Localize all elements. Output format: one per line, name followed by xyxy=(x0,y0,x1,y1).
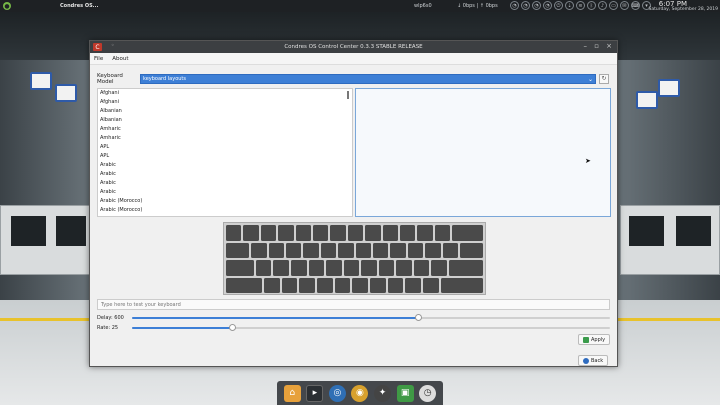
disk-monitor-icon[interactable]: ◔ xyxy=(532,1,541,10)
rate-row: Rate: 25 xyxy=(97,323,610,332)
menu-about[interactable]: About xyxy=(112,56,128,62)
train-left xyxy=(0,205,90,275)
refresh-icon: ↻ xyxy=(601,75,607,82)
network-speed: ↓ 0bps | ↑ 0bps xyxy=(457,3,498,9)
keyboard-model-select[interactable]: keyboard layouts ⌄ xyxy=(140,73,596,84)
wheelchair-sign-icon xyxy=(658,79,680,97)
list-item[interactable]: Arabic xyxy=(98,188,352,197)
bluetooth-icon[interactable]: ᛒ xyxy=(587,1,596,10)
delay-slider-handle[interactable] xyxy=(415,314,423,321)
list-item[interactable]: Amharic xyxy=(98,134,352,143)
monitor-icon[interactable]: ▣ xyxy=(396,384,414,402)
clock-icon[interactable]: ◷ xyxy=(419,384,437,402)
delay-row: Delay: 600 xyxy=(97,313,610,322)
rate-label: Rate: xyxy=(97,324,111,331)
speed-up: ↑ 0bps xyxy=(479,3,498,9)
chevron-down-icon: ⌄ xyxy=(587,75,593,83)
power-icon[interactable]: ⏻ xyxy=(554,1,563,10)
rate-slider-handle[interactable] xyxy=(228,324,236,331)
list-item[interactable]: Arabic (Morocco) xyxy=(98,206,352,215)
rate-slider[interactable] xyxy=(132,324,610,331)
mouse-cursor-icon: ➤ xyxy=(585,157,591,165)
terminal-icon[interactable]: ▸ xyxy=(306,384,324,402)
list-item[interactable]: Albanian xyxy=(98,116,352,125)
wheelchair-sign-icon xyxy=(30,72,52,90)
list-item[interactable]: Arabic (Morocco) xyxy=(98,197,352,206)
ram-monitor-icon[interactable]: ◔ xyxy=(521,1,530,10)
menu-logo-icon[interactable]: ● xyxy=(3,2,11,10)
cpu-monitor-icon[interactable]: ◔ xyxy=(510,1,519,10)
clock-date: Saturday, September 28, 2019 xyxy=(648,7,718,12)
list-item[interactable]: Amharic xyxy=(98,125,352,134)
list-item[interactable]: Afghani xyxy=(98,98,352,107)
scrollbar[interactable] xyxy=(347,91,349,99)
app-icon: C xyxy=(93,43,102,51)
layout-list[interactable]: Afghani Afghani Albanian Albanian Amhari… xyxy=(97,88,353,217)
network-interface: wlp6s0 xyxy=(414,3,432,9)
list-item[interactable]: Afghani xyxy=(98,89,352,98)
delay-slider-fill xyxy=(132,316,419,319)
list-item[interactable]: Arabic xyxy=(98,161,352,170)
apply-icon xyxy=(583,336,589,343)
rate-slider-fill xyxy=(132,326,233,329)
delay-slider[interactable] xyxy=(132,314,610,321)
keyboard-icon[interactable]: ⌨ xyxy=(631,1,640,10)
browser-icon[interactable]: ◎ xyxy=(328,384,346,402)
window-titlebar[interactable]: C ◦ Condres OS Control Center 0.3.3 STAB… xyxy=(90,41,617,53)
sign-icon xyxy=(55,84,77,102)
menu-file[interactable]: File xyxy=(94,56,103,62)
platform-stripe xyxy=(616,318,720,321)
rate-value: 25 xyxy=(111,324,119,331)
window-title: Condres OS Control Center 0.3.3 STABLE R… xyxy=(284,44,423,50)
list-item[interactable]: APL xyxy=(98,143,352,152)
back-icon xyxy=(583,357,589,364)
sign-icon xyxy=(636,91,658,109)
temp-monitor-icon[interactable]: ◔ xyxy=(543,1,552,10)
wifi-icon[interactable]: ≋ xyxy=(576,1,585,10)
keyboard-model-label: Keyboard Model xyxy=(97,72,123,85)
notification-icon[interactable]: ✉ xyxy=(620,1,629,10)
reset-button[interactable]: ↻ xyxy=(599,73,609,84)
variant-list[interactable] xyxy=(355,88,611,217)
home-folder-icon[interactable]: ⌂ xyxy=(283,384,301,402)
volume-icon[interactable]: ♪ xyxy=(598,1,607,10)
keyboard-model-row: Keyboard Model keyboard layouts ⌄ ↻ xyxy=(97,72,610,85)
pin-icon[interactable]: ◦ xyxy=(111,42,115,49)
top-panel: ● Condres OS... wlp6s0 ↓ 0bps | ↑ 0bps ◔… xyxy=(0,0,720,12)
close-icon[interactable]: × xyxy=(606,42,612,50)
delay-value: 600 xyxy=(114,314,124,321)
list-item[interactable]: Arabic xyxy=(98,179,352,188)
active-app-name: Condres OS... xyxy=(60,3,99,9)
maximize-icon[interactable]: ▫ xyxy=(594,42,599,50)
list-item[interactable]: APL xyxy=(98,152,352,161)
minimize-icon[interactable]: – xyxy=(584,42,588,50)
platform-stripe xyxy=(0,318,92,321)
speed-down: ↓ 0bps xyxy=(457,3,475,9)
keyboard-test-input[interactable] xyxy=(97,299,610,310)
train-right xyxy=(620,205,720,275)
list-item[interactable]: Arabic xyxy=(98,170,352,179)
delay-label: Delay: xyxy=(97,314,113,321)
control-center-window: C ◦ Condres OS Control Center 0.3.3 STAB… xyxy=(89,40,618,367)
apply-button[interactable]: Apply xyxy=(578,334,611,345)
list-item[interactable]: Albanian xyxy=(98,107,352,116)
dock: ⌂ ▸ ◎ ◉ ✦ ▣ ◷ xyxy=(277,381,443,405)
tray-icons: ◔ ◔ ◔ ◔ ⏻ ⇣ ≋ ᛒ ♪ ▭ ✉ ⌨ ▾ xyxy=(510,1,651,10)
settings-icon[interactable]: ✦ xyxy=(374,384,392,402)
firefox-icon[interactable]: ◉ xyxy=(351,384,369,402)
keyboard-preview xyxy=(223,222,486,295)
back-button[interactable]: Back xyxy=(578,355,609,366)
battery-icon[interactable]: ▭ xyxy=(609,1,618,10)
menu-bar: File About xyxy=(90,53,617,65)
update-icon[interactable]: ⇣ xyxy=(565,1,574,10)
